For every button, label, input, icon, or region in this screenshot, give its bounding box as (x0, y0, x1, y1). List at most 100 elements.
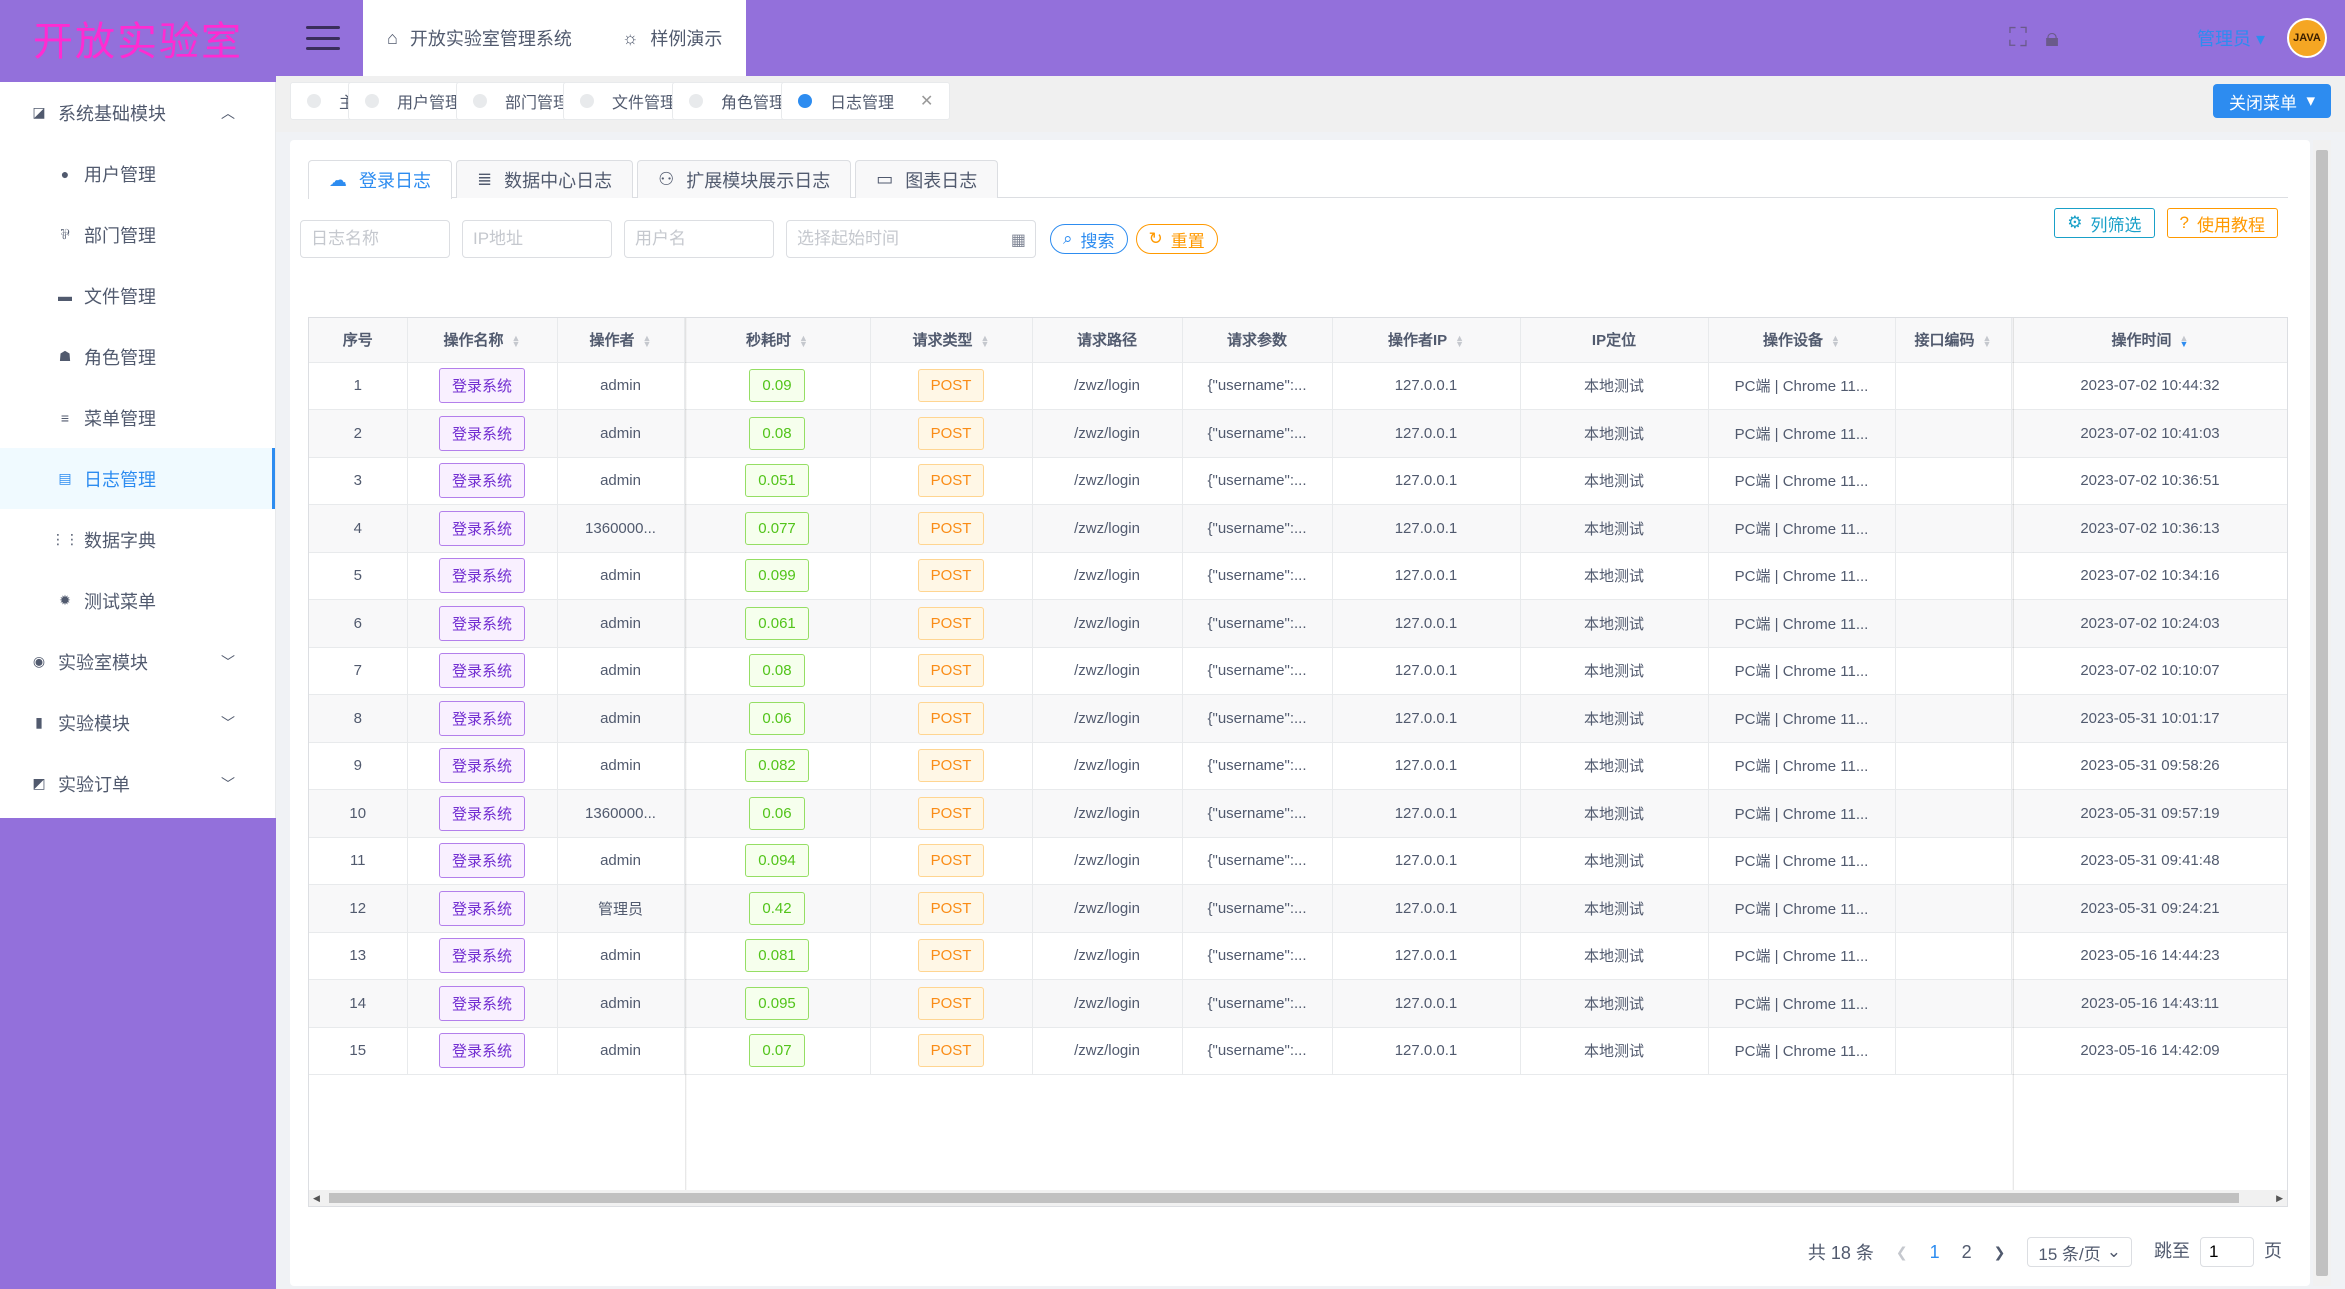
chevron-down-icon: ⌄ (2106, 1242, 2121, 1261)
column-header[interactable]: 请求类型 ▲ ▼ (870, 318, 1033, 363)
column-header[interactable]: 接口编码 ▲ ▼ (1895, 318, 2012, 363)
header-nav-system[interactable]: ⌂ 开放实验室管理系统 (387, 25, 572, 51)
status-dot (473, 94, 487, 108)
table-cell: 0.42 (684, 884, 871, 933)
table-cell: PC端 | Chrome 11... (1708, 979, 1896, 1028)
column-header: IP定位 (1520, 318, 1709, 363)
subtab-1[interactable]: ≣ 数据中心日志 (456, 160, 634, 198)
search-button[interactable]: ⌕ 搜索 (1050, 224, 1128, 254)
sidebar-item-8[interactable]: ✹ 测试菜单 (0, 570, 275, 631)
table-row[interactable]: 14 登录系统 admin 0.095 POST/zwz/login {"username… (309, 979, 2287, 1028)
table-cell: {"username":... (1182, 694, 1333, 743)
close-icon[interactable]: ✕ (920, 91, 933, 111)
table-cell: {"username":... (1182, 457, 1333, 505)
table-row[interactable]: 7 登录系统 admin 0.08 POST/zwz/login {"username":… (309, 647, 2287, 695)
ip-input[interactable] (462, 220, 612, 258)
next-page-icon[interactable]: ❯ (1994, 1244, 2006, 1261)
sidebar-item-7[interactable]: ⋮⋮ 数据字典 (0, 509, 275, 570)
sort-icon[interactable]: ▲ ▼ (2180, 334, 2189, 349)
page-1[interactable]: 1 (1930, 1242, 1940, 1263)
column-header[interactable]: 秒耗时 ▲ ▼ (684, 318, 871, 363)
column-header[interactable]: 操作者IP ▲ ▼ (1332, 318, 1521, 363)
table-cell: 2023-07-02 10:44:32 (2011, 362, 2287, 410)
scroll-left-icon[interactable]: ◀ (313, 1190, 320, 1206)
table-row[interactable]: 2 登录系统 admin 0.08 POST/zwz/login {"username":… (309, 409, 2287, 458)
table-row[interactable]: 15 登录系统 admin 0.07 POST/zwz/login {"username"… (309, 1027, 2287, 1075)
date-picker[interactable]: ▦ (786, 220, 1036, 258)
table-cell: {"username":... (1182, 409, 1333, 458)
avatar[interactable]: JAVA (2287, 18, 2327, 58)
reset-button[interactable]: ↻ 重置 (1135, 224, 1218, 254)
horizontal-scrollbar[interactable]: ◀ ▶ (309, 1190, 2287, 1206)
column-header[interactable]: 操作时间 ▲ ▼ (2011, 318, 2287, 363)
table-row[interactable]: 4 登录系统 1360000... 0.077 POST/zwz/login {"user… (309, 504, 2287, 553)
sidebar-item-9[interactable]: ◉ 实验室模块 ﹀ (0, 631, 275, 692)
table-cell: 0.08 (684, 647, 871, 695)
sidebar-item-5[interactable]: ≡ 菜单管理 (0, 387, 275, 448)
column-header[interactable]: 操作设备 ▲ ▼ (1708, 318, 1896, 363)
subtab-3[interactable]: ▭ 图表日志 (855, 160, 999, 198)
method-tag: POST (917, 844, 985, 878)
table-cell: 本地测试 (1520, 362, 1709, 410)
column-header[interactable]: 操作者 ▲ ▼ (557, 318, 685, 363)
log-name-input[interactable] (300, 220, 450, 258)
sort-icon[interactable]: ▲ ▼ (1983, 334, 1992, 349)
table-row[interactable]: 10 登录系统 1360000... 0.06 POST/zwz/login {"user… (309, 789, 2287, 838)
scroll-thumb[interactable] (329, 1193, 2239, 1203)
username-input[interactable] (624, 220, 774, 258)
status-dot (689, 94, 703, 108)
table-cell: 0.051 (684, 457, 871, 505)
subtab-2[interactable]: ⚇ 扩展模块展示日志 (637, 160, 852, 198)
table-cell: admin (557, 647, 685, 695)
tutorial-button[interactable]: ? 使用教程 (2166, 208, 2278, 238)
column-header[interactable]: 操作名称 ▲ ▼ (407, 318, 558, 363)
sidebar-item-10[interactable]: ▮ 实验模块 ﹀ (0, 692, 275, 753)
sort-icon[interactable]: ▲ ▼ (512, 334, 521, 349)
lock-icon[interactable]: 🔒︎ (2045, 22, 2059, 54)
fullscreen-icon[interactable]: ⛶ (2009, 22, 2027, 54)
header-nav-demo[interactable]: ☼ 样例演示 (622, 25, 723, 51)
prev-page-icon[interactable]: ❮ (1896, 1244, 1908, 1261)
duration-tag: 0.06 (749, 796, 805, 830)
table-row[interactable]: 9 登录系统 admin 0.082 POST/zwz/login {"username"… (309, 742, 2287, 790)
log-icon: ▤ (58, 470, 72, 486)
sidebar-item-0[interactable]: ◪ 系统基础模块 ︿ (0, 82, 275, 143)
tab-5[interactable]: 日志管理 ✕ (781, 82, 951, 120)
sidebar-item-2[interactable]: ⅌ 部门管理 (0, 204, 275, 265)
table-row[interactable]: 6 登录系统 admin 0.061 POST/zwz/login {"username"… (309, 599, 2287, 648)
scroll-right-icon[interactable]: ▶ (2276, 1190, 2283, 1206)
sidebar-item-1[interactable]: ● 用户管理 (0, 143, 275, 204)
table-row[interactable]: 11 登录系统 admin 0.094 POST/zwz/login {"username… (309, 837, 2287, 885)
table-row[interactable]: 13 登录系统 admin 0.081 POST/zwz/login {"username… (309, 932, 2287, 980)
start-date-input[interactable] (786, 220, 1036, 258)
menu-toggle-icon[interactable] (306, 26, 340, 50)
user-dropdown[interactable]: 管理员 ▾ (2197, 25, 2265, 51)
vertical-scrollbar[interactable] (2313, 140, 2331, 1286)
scroll-thumb[interactable] (2316, 150, 2328, 1276)
sort-icon[interactable]: ▲ ▼ (643, 334, 652, 349)
page-jump-input[interactable] (2200, 1237, 2254, 1267)
sidebar-item-11[interactable]: ◩ 实验订单 ﹀ (0, 753, 275, 814)
sort-icon[interactable]: ▲ ▼ (981, 334, 990, 349)
table-row[interactable]: 12 登录系统 管理员 0.42 POST/zwz/login {"username":.… (309, 884, 2287, 933)
page-2[interactable]: 2 (1962, 1242, 1972, 1263)
sort-icon[interactable]: ▲ ▼ (1455, 334, 1464, 349)
sidebar-item-3[interactable]: ▬ 文件管理 (0, 265, 275, 326)
table-cell: 127.0.0.1 (1332, 362, 1521, 410)
table-row[interactable]: 1 登录系统 admin 0.09 POST/zwz/login {"username":… (309, 362, 2287, 410)
page-size-select[interactable]: 15 条/页 ⌄ (2027, 1237, 2132, 1267)
table-cell: 0.094 (684, 837, 871, 885)
close-menu-button[interactable]: 关闭菜单 ▾ (2213, 84, 2331, 118)
app-logo[interactable]: 开放实验室 (0, 0, 276, 76)
sidebar-item-4[interactable]: ☗ 角色管理 (0, 326, 275, 387)
table-cell: /zwz/login (1032, 932, 1183, 980)
column-filter-button[interactable]: ⚙ 列筛选 (2054, 208, 2155, 238)
sort-icon[interactable]: ▲ ▼ (1831, 334, 1840, 349)
table-cell: {"username":... (1182, 552, 1333, 600)
table-row[interactable]: 3 登录系统 admin 0.051 POST/zwz/login {"username"… (309, 457, 2287, 505)
table-row[interactable]: 5 登录系统 admin 0.099 POST/zwz/login {"username"… (309, 552, 2287, 600)
sidebar-item-6[interactable]: ▤ 日志管理 (0, 448, 275, 509)
subtab-0[interactable]: ☁ 登录日志 (308, 160, 452, 199)
table-row[interactable]: 8 登录系统 admin 0.06 POST/zwz/login {"username":… (309, 694, 2287, 743)
sort-icon[interactable]: ▲ ▼ (799, 334, 808, 349)
